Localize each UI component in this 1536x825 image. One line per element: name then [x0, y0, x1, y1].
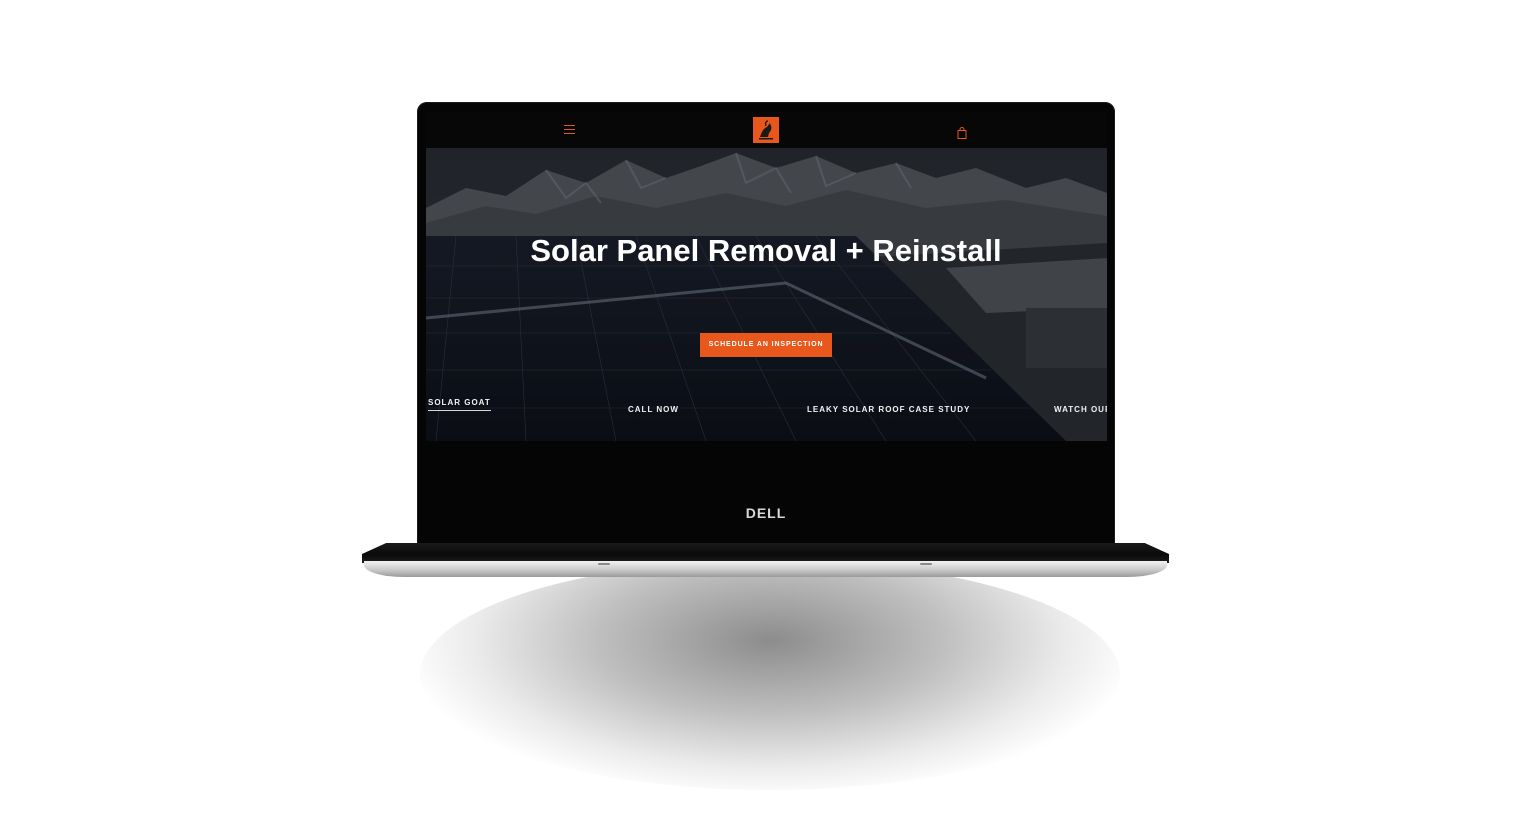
hamburger-menu-icon[interactable]: [564, 125, 575, 134]
dell-logo: DELL: [745, 505, 787, 521]
laptop-shadow: [420, 560, 1120, 790]
hero-nav: SOLAR GOAT CALL NOW LEAKY SOLAR ROOF CAS…: [426, 398, 1107, 418]
laptop-foot-left: [598, 563, 610, 565]
hero-section: Solar Panel Removal + Reinstall SCHEDULE…: [426, 148, 1107, 441]
nav-item-call-now[interactable]: CALL NOW: [628, 405, 679, 414]
laptop-foot-right: [920, 563, 932, 565]
nav-item-leaky-solar-roof-case-study[interactable]: LEAKY SOLAR ROOF CASE STUDY: [807, 405, 970, 414]
shopping-bag-icon[interactable]: [957, 124, 967, 139]
goat-logo-icon[interactable]: [753, 117, 779, 143]
laptop-hinge: [362, 543, 1169, 563]
schedule-inspection-button[interactable]: SCHEDULE AN INSPECTION: [700, 333, 832, 357]
hero-title: Solar Panel Removal + Reinstall: [530, 233, 1002, 268]
laptop-screen: Solar Panel Removal + Reinstall SCHEDULE…: [426, 112, 1107, 441]
site-header: [426, 112, 1107, 148]
laptop-base: [364, 561, 1167, 577]
nav-item-watch-our[interactable]: WATCH OUR: [1054, 405, 1107, 414]
nav-item-solar-goat[interactable]: SOLAR GOAT: [428, 398, 491, 411]
